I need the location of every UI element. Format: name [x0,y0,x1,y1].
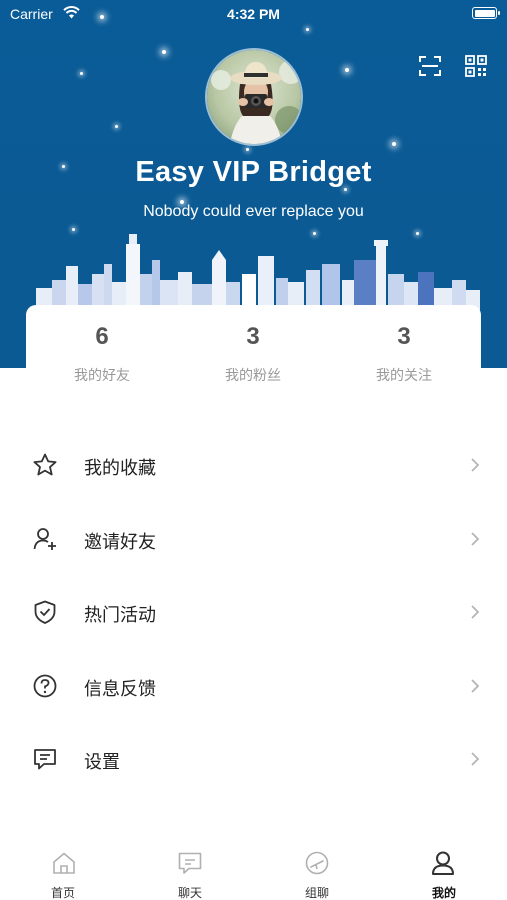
profile-icon [432,851,454,875]
stat-value: 6 [95,323,109,350]
chevron-right-icon [471,458,480,472]
battery-icon [472,7,500,19]
question-icon [33,674,57,697]
avatar[interactable] [205,48,303,146]
chevron-right-icon [471,531,480,546]
menu-item-settings[interactable]: 设置 [0,722,507,796]
tab-bar: 首页 聊天 组聊 我的 [0,836,507,900]
stat-following[interactable]: 3 我的关注 [328,305,480,397]
menu-label: 邀请好友 [84,531,156,552]
city-skyline-illustration [36,234,480,310]
bio-text: Nobody could ever replace you [143,203,364,220]
tab-label: 组聊 [304,886,329,900]
menu-list: 我的收藏 邀请好友 热门活动 信息反馈 设置 [0,428,507,796]
tab-group-chat[interactable]: 组聊 [254,836,380,900]
status-time: 4:32 PM [227,6,280,22]
menu-label: 热门活动 [84,605,156,625]
menu-item-feedback[interactable]: 信息反馈 [0,649,507,723]
star-decoration [115,125,118,128]
username: Easy VIP Bridget [135,156,372,188]
stat-value: 3 [397,323,411,350]
tab-profile[interactable]: 我的 [381,836,507,900]
menu-item-invite-friends[interactable]: 邀请好友 [0,502,507,576]
star-decoration [345,68,349,72]
tab-label: 聊天 [177,886,202,900]
menu-label: 设置 [84,752,120,772]
stat-fans[interactable]: 3 我的粉丝 [177,305,329,397]
stat-label: 我的关注 [376,367,432,383]
stat-label: 我的好友 [74,367,130,383]
star-decoration [162,50,166,54]
message-box-icon [34,749,56,770]
stats-card: 6 我的好友 3 我的粉丝 3 我的关注 [26,305,481,397]
qr-code-icon[interactable] [464,54,488,78]
status-bar: Carrier 4:32 PM [0,0,507,28]
star-decoration [392,142,396,146]
star-decoration [246,148,249,151]
group-chat-icon [305,851,329,875]
stat-value: 3 [246,323,260,350]
star-icon [33,453,57,476]
tab-label: 首页 [50,886,75,900]
tab-home[interactable]: 首页 [0,836,126,900]
menu-item-hot-events[interactable]: 热门活动 [0,575,507,649]
add-user-icon [33,527,56,550]
home-icon [53,852,75,874]
chevron-right-icon [471,678,480,693]
menu-item-favorites[interactable]: 我的收藏 [0,428,507,502]
shield-check-icon [34,600,56,624]
stat-label: 我的粉丝 [225,367,281,383]
tab-chat[interactable]: 聊天 [127,836,253,900]
tab-label: 我的 [431,886,456,900]
star-decoration [80,72,83,75]
scan-icon[interactable] [418,54,442,78]
stat-friends[interactable]: 6 我的好友 [26,305,178,397]
chevron-right-icon [471,752,480,766]
menu-label: 信息反馈 [84,678,156,699]
star-decoration [306,28,309,31]
chat-icon [178,852,202,874]
chevron-right-icon [471,605,480,619]
menu-label: 我的收藏 [84,458,156,478]
